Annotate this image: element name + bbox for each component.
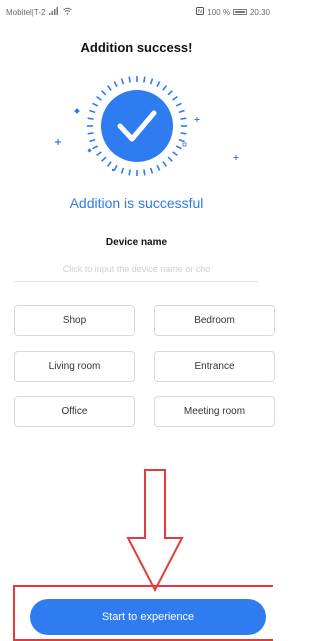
success-ray	[175, 102, 182, 107]
battery-icon	[232, 9, 247, 15]
battery-percent: 100 %	[207, 7, 230, 17]
option-living-room[interactable]: Living room	[14, 351, 135, 382]
success-ray	[149, 167, 154, 174]
option-shop[interactable]: Shop	[14, 305, 135, 336]
success-ray	[89, 138, 96, 143]
success-ray	[89, 109, 96, 114]
addition-success-screen: Mobitel|T-2 N 100 % 20:30 Addition succe…	[0, 0, 275, 641]
success-ray	[172, 95, 178, 101]
success-ray	[156, 81, 161, 88]
success-ray	[96, 95, 102, 101]
success-ray	[180, 132, 187, 135]
success-ray	[106, 85, 112, 91]
device-name-input[interactable]	[14, 257, 259, 282]
success-ray	[167, 90, 173, 96]
success-ray	[149, 78, 154, 85]
wifi-icon	[63, 7, 73, 17]
success-ray	[120, 78, 125, 85]
success-ray	[156, 164, 161, 171]
success-ray	[92, 102, 99, 107]
success-ray	[87, 132, 94, 135]
success-ray	[101, 156, 107, 162]
option-office[interactable]: Office	[14, 396, 135, 427]
clock: 20:30	[249, 7, 270, 17]
success-ray	[92, 145, 99, 150]
success-ray	[128, 169, 131, 176]
status-left: Mobitel|T-2	[6, 7, 73, 17]
start-experience-button[interactable]: Start to experience	[30, 599, 266, 635]
success-ray	[162, 85, 168, 91]
option-entrance[interactable]: Entrance	[154, 351, 275, 382]
down-arrow-icon	[125, 468, 185, 594]
option-bedroom[interactable]: Bedroom	[154, 305, 275, 336]
status-bar: Mobitel|T-2 N 100 % 20:30	[0, 0, 273, 22]
success-ray	[167, 156, 173, 162]
success-ray	[87, 117, 94, 120]
svg-text:N: N	[198, 9, 202, 15]
page-title: Addition success!	[80, 40, 193, 55]
success-ray	[101, 90, 107, 96]
success-ray	[175, 145, 182, 150]
success-ray	[128, 76, 131, 83]
success-ray	[120, 167, 125, 174]
success-ray	[96, 151, 102, 157]
status-right: N 100 % 20:30	[196, 7, 270, 17]
signal-icon	[49, 7, 59, 17]
check-circle-icon	[46, 60, 246, 190]
success-ray	[113, 81, 118, 88]
success-ray	[143, 169, 146, 176]
success-ray	[143, 76, 146, 83]
success-message: Addition is successful	[69, 195, 204, 211]
nfc-icon: N	[196, 7, 205, 17]
success-ray	[180, 117, 187, 120]
success-ray	[106, 161, 112, 167]
option-meeting-room[interactable]: Meeting room	[154, 396, 275, 427]
success-ray	[162, 161, 168, 167]
carrier-name: Mobitel|T-2	[6, 7, 46, 17]
success-ray	[172, 151, 178, 157]
success-ray	[178, 109, 185, 114]
success-ray	[178, 138, 185, 143]
device-name-label: Device name	[105, 237, 168, 248]
success-ray	[113, 164, 118, 171]
